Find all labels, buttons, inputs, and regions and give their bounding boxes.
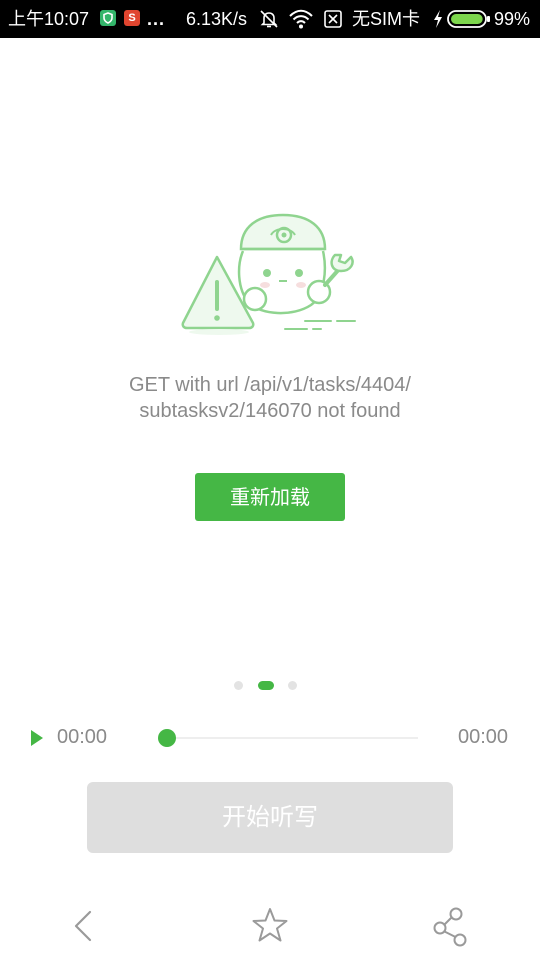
- page-dot: [234, 681, 243, 690]
- robot-warning-illustration: [175, 205, 365, 345]
- page-indicator: [0, 681, 540, 691]
- error-message: GET with url /api/v1/tasks/4404/ subtask…: [60, 372, 480, 424]
- start-dictation-button[interactable]: 开始听写: [87, 782, 453, 853]
- robot-icon: [237, 213, 354, 315]
- page-dot-active: [258, 681, 274, 690]
- status-time: 上午10:07: [8, 9, 90, 29]
- reload-button[interactable]: 重新加载: [195, 473, 345, 521]
- no-sim-icon: [322, 8, 344, 35]
- back-icon[interactable]: [62, 904, 106, 948]
- play-icon[interactable]: [28, 729, 46, 747]
- battery-percent: 99%: [494, 9, 531, 29]
- status-bar: 上午10:07 S ... 6.13K/s 无SIM卡 99%: [0, 0, 540, 38]
- more-notifications-icon: ...: [147, 9, 166, 29]
- audio-player: 00:00 00:00: [0, 722, 540, 754]
- shield-icon: [100, 10, 116, 26]
- app-screen: 上午10:07 S ... 6.13K/s 无SIM卡 99% GET with…: [0, 0, 540, 960]
- progress-slider[interactable]: [158, 729, 418, 747]
- star-icon[interactable]: [248, 904, 292, 948]
- current-time: 00:00: [57, 726, 108, 748]
- progress-thumb[interactable]: [158, 729, 176, 747]
- sim-status: 无SIM卡: [352, 9, 421, 29]
- bell-muted-icon: [258, 8, 280, 35]
- error-message-line2: subtasksv2/146070 not found: [139, 400, 401, 422]
- battery-icon: [447, 9, 491, 34]
- s-app-icon: S: [124, 10, 140, 26]
- charging-icon: [432, 8, 444, 35]
- bottom-toolbar: [0, 890, 540, 960]
- total-time: 00:00: [458, 726, 509, 748]
- error-message-line1: GET with url /api/v1/tasks/4404/: [129, 374, 411, 396]
- share-icon[interactable]: [428, 904, 472, 948]
- network-speed: 6.13K/s: [186, 9, 248, 29]
- wifi-icon: [288, 8, 314, 35]
- page-dot: [288, 681, 297, 690]
